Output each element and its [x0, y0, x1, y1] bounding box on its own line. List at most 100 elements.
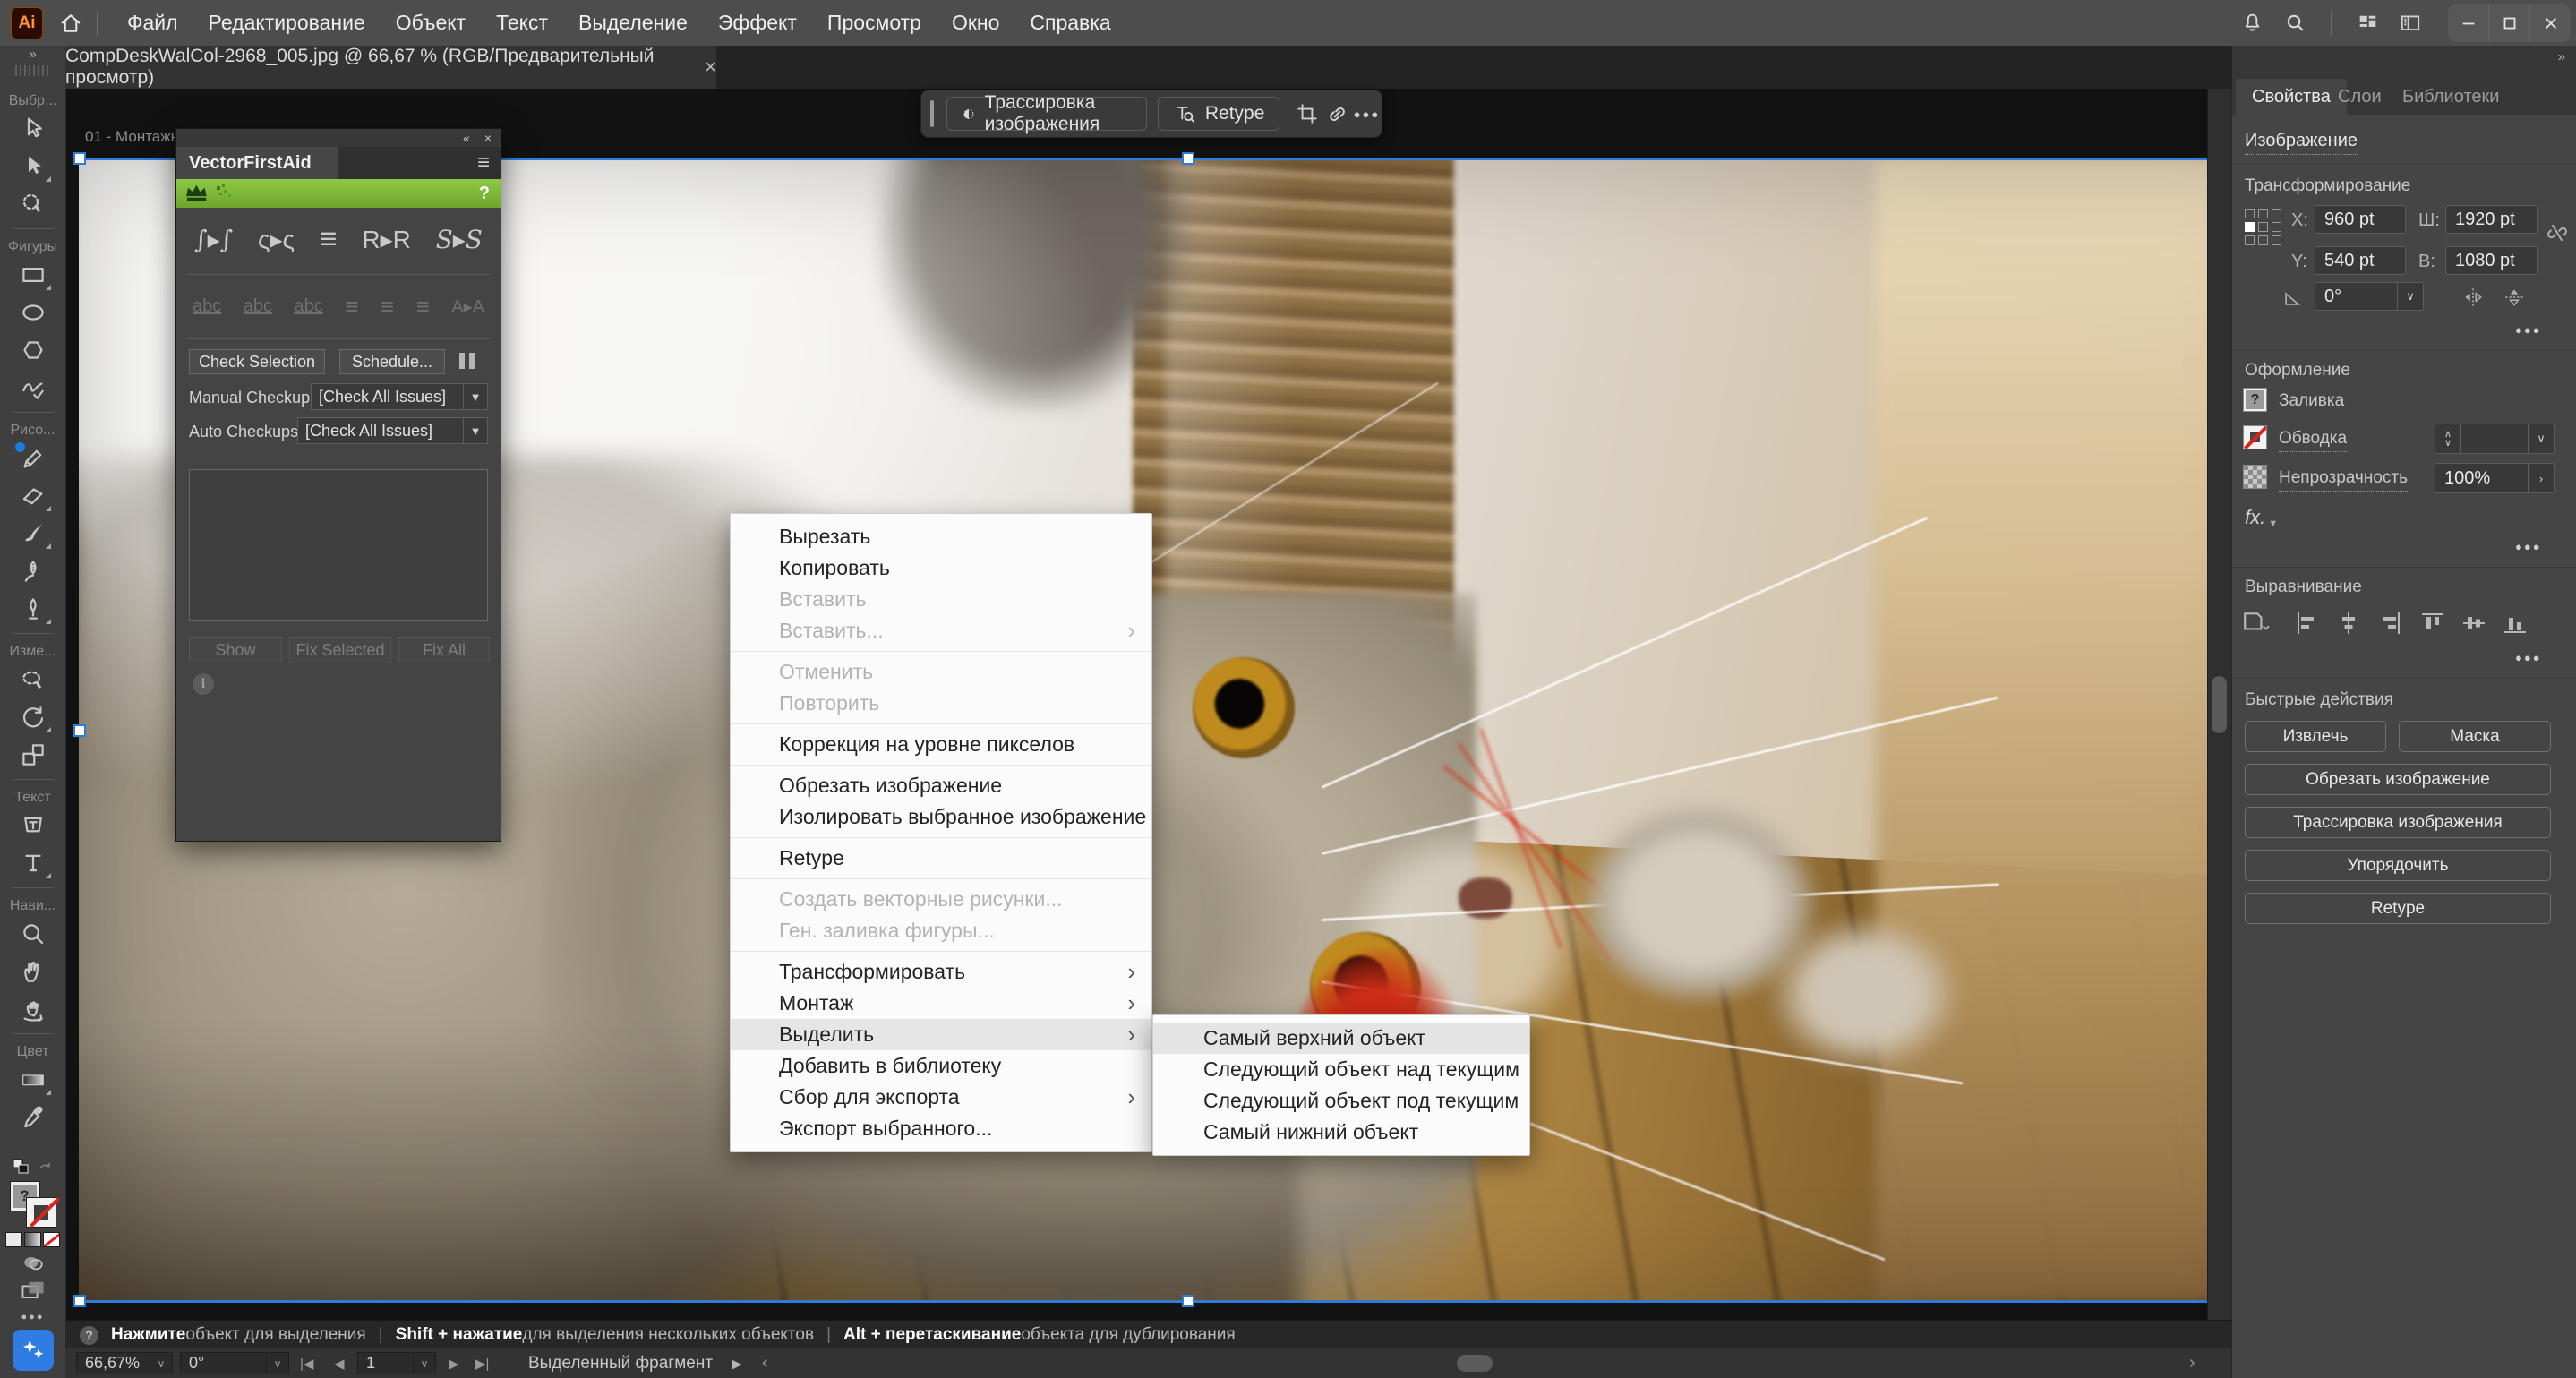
vfa-abc-icon-1[interactable]: abc	[193, 296, 221, 317]
vfa-lines-icon-3[interactable]: ≡	[416, 293, 430, 321]
notifications-bell-icon[interactable]	[2230, 12, 2273, 34]
shaper-tool[interactable]	[13, 369, 54, 407]
selection-handle-middle-left[interactable]	[73, 724, 86, 737]
status-view-mode[interactable]: Выделенный фрагмент	[513, 1348, 728, 1378]
vfa-abc-icon-2[interactable]: abc	[244, 296, 272, 317]
align-bottom-icon[interactable]	[2499, 608, 2531, 638]
vfa-auto-dropdown-icon[interactable]: ▼	[463, 418, 487, 443]
menu-select[interactable]: Выделение	[563, 0, 703, 46]
reference-point-grid[interactable]	[2245, 209, 2281, 245]
vfa-replace-fonts-icon[interactable]: R▸R	[362, 225, 411, 254]
unlink-dimensions-icon[interactable]	[2546, 221, 2569, 244]
selection-bottom-edge[interactable]	[79, 1300, 2207, 1303]
vfa-check-selection-button[interactable]: Check Selection	[189, 349, 325, 374]
collapse-panel-icon[interactable]: »	[2558, 49, 2565, 64]
menu-file[interactable]: Файл	[112, 0, 193, 46]
context-menu-item-add-to-library[interactable]: Добавить в библиотеку	[731, 1050, 1151, 1082]
width-field[interactable]: 1920 pt	[2445, 205, 2538, 234]
toolbar-more-icon[interactable]: ●●●	[21, 1312, 45, 1322]
arrange-button[interactable]: Упорядочить	[2245, 850, 2551, 881]
selection-handle-top-left[interactable]	[73, 152, 86, 165]
vfa-manual-dropdown-icon[interactable]: ▼	[463, 384, 487, 409]
pen-tool[interactable]	[13, 590, 54, 628]
document-tab[interactable]: CompDeskWalCol-2968_005.jpg @ 66,67 % (R…	[65, 46, 716, 89]
gradient-tool[interactable]	[13, 1061, 54, 1099]
mask-button[interactable]: Маска	[2399, 721, 2551, 752]
flip-horizontal-icon[interactable]	[2461, 286, 2485, 309]
menu-view[interactable]: Просмотр	[812, 0, 937, 46]
vfa-license-banner[interactable]: ?	[176, 179, 501, 208]
selection-tool[interactable]	[13, 110, 54, 148]
artboard-nav-prev[interactable]: ◀	[334, 1348, 345, 1378]
direct-selection-tool[interactable]	[13, 148, 54, 185]
vfa-show-button[interactable]: Show	[189, 637, 282, 663]
rotation-dropdown-icon[interactable]: ∨	[266, 1353, 288, 1374]
context-menu-item-select[interactable]: Выделить›	[731, 1019, 1151, 1050]
color-swatch-button[interactable]	[6, 1233, 21, 1246]
close-button[interactable]	[2529, 4, 2571, 42]
flip-vertical-icon[interactable]	[2503, 286, 2526, 309]
selection-handle-bottom-center[interactable]	[1182, 1295, 1194, 1307]
collapse-dock-icon[interactable]: »	[29, 46, 36, 64]
none-swatch-button[interactable]	[44, 1233, 59, 1246]
vfa-panel-tab[interactable]: VectorFirstAid	[176, 147, 338, 179]
context-menu-item-cut[interactable]: Вырезать	[731, 521, 1151, 552]
vfa-abc-icon-3[interactable]: abc	[295, 296, 323, 317]
appearance-more-options[interactable]: ●●●	[2515, 540, 2542, 553]
menu-window[interactable]: Окно	[937, 0, 1014, 46]
fx-button[interactable]: fx. ▼	[2245, 506, 2278, 529]
extract-button[interactable]: Извлечь	[2245, 721, 2386, 752]
rotate-tool[interactable]	[13, 698, 54, 736]
vfa-close-icon[interactable]: ×	[484, 131, 492, 145]
stroke-swatch[interactable]	[27, 1198, 56, 1227]
context-menu-item-export-selection[interactable]: Экспорт выбранного...	[731, 1113, 1151, 1144]
menu-help[interactable]: Справка	[1014, 0, 1125, 46]
vfa-fix-paragraphs-icon[interactable]: ≡	[320, 222, 338, 257]
magic-wand-tool[interactable]	[13, 185, 54, 223]
stroke-weight-dropdown-icon[interactable]: ∨	[2528, 424, 2554, 453]
stroke-label[interactable]: Обводка	[2279, 429, 2347, 452]
vfa-info-icon[interactable]: i	[193, 673, 214, 695]
image-trace-button[interactable]: Трассировка изображения	[946, 97, 1147, 131]
vfa-panel-menu-icon[interactable]: ≡	[477, 150, 490, 175]
draw-mode-icon[interactable]	[13, 1276, 54, 1305]
retype-tool[interactable]	[13, 807, 54, 844]
align-right-icon[interactable]	[2374, 608, 2406, 638]
vfa-lines-icon-2[interactable]: ≡	[381, 293, 394, 321]
maximize-button[interactable]	[2488, 4, 2529, 42]
link-icon[interactable]	[1322, 102, 1352, 126]
vfa-fix-paths-icon[interactable]: ∫▸∫	[194, 225, 233, 254]
stroke-weight-field[interactable]: ∧∨ ∨	[2435, 424, 2555, 454]
submenu-item-next-object-above[interactable]: Следующий объект над текущим	[1153, 1054, 1529, 1085]
artboard-nav-next[interactable]: ▶	[449, 1348, 459, 1378]
revert-colors-icon[interactable]	[35, 1158, 55, 1176]
more-options-icon[interactable]: ●●●	[1352, 107, 1382, 121]
vfa-text-convert-icon[interactable]: A▸A	[451, 295, 484, 318]
align-left-icon[interactable]	[2291, 608, 2324, 638]
hand-tool[interactable]	[13, 953, 54, 990]
vfa-titlebar[interactable]: « ×	[176, 129, 501, 147]
home-icon[interactable]	[59, 12, 82, 35]
context-menu-item-isolate-image[interactable]: Изолировать выбранное изображение	[731, 801, 1151, 833]
image-trace-quick-button[interactable]: Трассировка изображения	[2245, 807, 2551, 838]
vfa-auto-checkups-dropdown[interactable]: [Check All Issues] ▼	[297, 417, 488, 444]
vfa-fix-curves-icon[interactable]: ς▸ς	[258, 225, 295, 254]
retype-button[interactable]: Retype	[1158, 97, 1280, 131]
zoom-tool[interactable]	[13, 915, 54, 953]
help-circle-icon[interactable]: ?	[80, 1326, 98, 1345]
gradient-swatch-button[interactable]	[25, 1233, 40, 1246]
stroke-stepper[interactable]: ∧∨	[2435, 424, 2461, 453]
stroke-swatch[interactable]	[2243, 425, 2267, 449]
crop-image-icon[interactable]	[1292, 102, 1322, 125]
polygon-tool[interactable]	[13, 331, 54, 369]
hscroll-right-arrow[interactable]: ›	[2189, 1348, 2195, 1378]
zoom-level-field[interactable]: 66,67% ∨	[76, 1352, 173, 1374]
rotation-field[interactable]: 0° ∨	[180, 1352, 289, 1374]
pencil-tool[interactable]	[13, 440, 54, 477]
artboard-number-field[interactable]: 1 ∨	[357, 1352, 436, 1374]
artboard-dropdown-icon[interactable]: ∨	[413, 1353, 435, 1374]
submenu-item-bottom-object[interactable]: Самый нижний объект	[1153, 1117, 1529, 1148]
status-pane-arrow-icon[interactable]: ▶	[732, 1348, 742, 1378]
swap-fill-stroke-icon[interactable]	[12, 1158, 31, 1176]
vfa-issues-list[interactable]	[189, 469, 488, 621]
